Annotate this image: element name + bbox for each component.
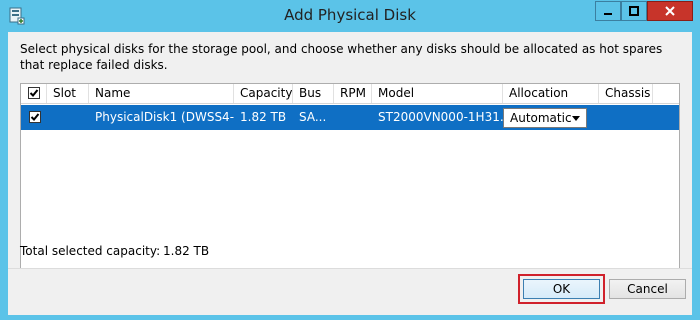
minimize-button[interactable] [595,1,621,21]
total-capacity-value: 1.82 TB [163,244,210,258]
cell-rpm [334,105,372,130]
cell-capacity: 1.82 TB [240,110,287,124]
row-checkbox[interactable] [29,111,41,123]
check-icon [30,113,40,121]
column-header-capacity[interactable]: Capacity [234,84,293,103]
table-row[interactable]: PhysicalDisk1 (DWSS4-1) 1.82 TB SA... ST… [21,105,679,130]
maximize-button[interactable] [621,1,647,21]
button-bar: OK Cancel [8,268,692,315]
cell-name: PhysicalDisk1 (DWSS4-1) [95,110,234,124]
description-text: Select physical disks for the storage po… [20,42,663,72]
minimize-icon [604,13,612,15]
allocation-dropdown[interactable]: Automatic [503,108,587,128]
total-capacity-label: Total selected capacity: [20,244,161,258]
column-header-chassis[interactable]: Chassis [599,84,653,103]
cancel-button[interactable]: Cancel [609,279,686,299]
close-button[interactable] [647,1,693,21]
check-icon [29,89,39,97]
ok-button[interactable]: OK [523,279,600,299]
column-header-allocation[interactable]: Allocation [503,84,599,103]
title-bar[interactable]: Add Physical Disk [0,0,700,32]
cell-bus: SA... [299,110,327,124]
allocation-selected-value: Automatic [510,111,572,125]
cell-chassis [599,105,653,130]
disk-table[interactable]: Slot Name Capacity Bus RPM Model Allocat… [20,83,680,269]
cell-model: ST2000VN000-1H31... [378,110,503,124]
column-header-name[interactable]: Name [89,84,234,103]
select-all-checkbox[interactable] [28,87,40,99]
column-header-rpm[interactable]: RPM [334,84,372,103]
column-header-slot[interactable]: Slot [47,84,89,103]
close-icon [665,6,675,16]
select-all-header[interactable] [21,84,47,103]
dropdown-arrow-icon [572,116,580,121]
table-header: Slot Name Capacity Bus RPM Model Allocat… [21,84,679,104]
cell-slot [47,105,89,130]
column-header-model[interactable]: Model [372,84,503,103]
dialog-body: Select physical disks for the storage po… [8,32,692,315]
maximize-icon [629,6,639,16]
column-header-bus[interactable]: Bus [293,84,334,103]
